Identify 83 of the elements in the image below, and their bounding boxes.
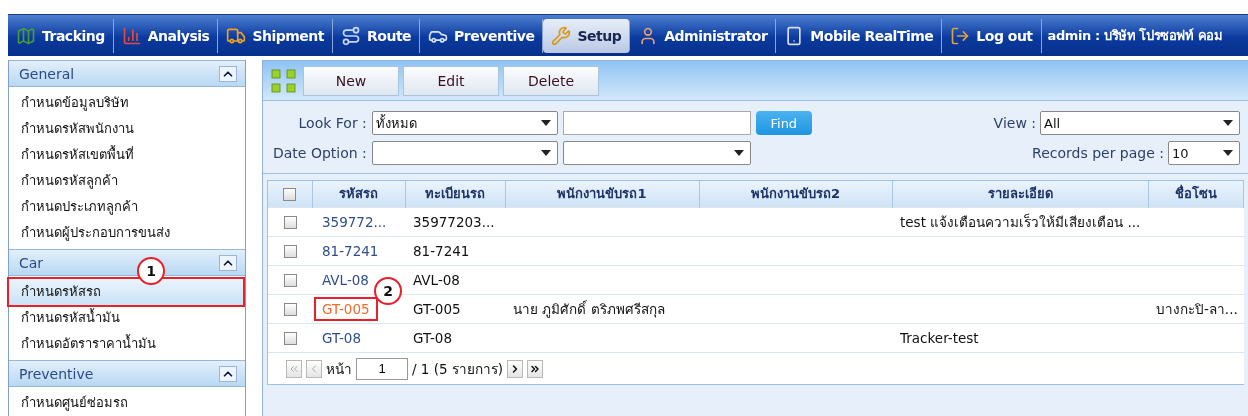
collapse-toggle[interactable] — [219, 254, 237, 271]
collapse-toggle[interactable] — [219, 365, 237, 382]
look-for-dropdown[interactable]: ทั้งหมด — [371, 111, 558, 135]
column-header[interactable]: รหัสรถ — [312, 181, 405, 207]
toolbar-button[interactable]: New — [303, 65, 399, 96]
sidebar-item[interactable]: กำหนดข้อมูลบริษัท — [9, 90, 243, 116]
menu-item[interactable]: Tracking — [8, 18, 114, 53]
checkbox[interactable] — [283, 216, 297, 229]
menu-item[interactable]: Setup — [543, 18, 631, 53]
menu-item[interactable]: Shipment — [218, 18, 334, 53]
sidebar-item[interactable]: กำหนดรหัสเขตพื้นที่ — [9, 142, 243, 168]
date-option-label: Date Option : — [273, 145, 367, 161]
records-per-page-label: Records per page : — [1032, 145, 1164, 161]
dropdown-arrow-icon — [540, 120, 551, 126]
column-header[interactable]: พนักงานขับรถ1 — [505, 181, 699, 207]
page-label: หน้า — [326, 359, 352, 379]
menu-item[interactable]: Administrator — [630, 18, 777, 53]
sidebar-item[interactable]: กำหนดศูนย์ซ่อมรถ — [9, 390, 243, 416]
sidebar-item[interactable]: กำหนดผู้ประกอบการขนส่ง — [9, 220, 243, 246]
checkbox[interactable] — [283, 303, 297, 316]
table-cell: 81-7241 — [413, 242, 470, 259]
select-all-checkbox[interactable] — [283, 188, 297, 202]
door-icon — [950, 25, 971, 46]
table-cell: นาย ภูมิศักดิ์ ตริภพศรีสกุล — [513, 300, 665, 317]
menu-item[interactable]: Route — [333, 18, 421, 53]
sidebar-item[interactable]: กำหนดรหัสรถ — [9, 279, 243, 305]
sidebar-item[interactable]: กำหนดรหัสพนักงาน — [9, 116, 243, 142]
menu-item[interactable]: Mobile RealTime — [776, 18, 943, 53]
route-icon — [341, 25, 362, 46]
vehicle-code-link[interactable]: 359772... — [314, 209, 395, 234]
look-for-label: Look For : — [297, 115, 367, 131]
menu-item[interactable]: Log out — [942, 18, 1042, 53]
menu-item[interactable]: Analysis — [113, 18, 219, 53]
section-title: General — [19, 65, 75, 82]
toolbar-button[interactable]: Delete — [503, 65, 599, 96]
checkbox[interactable] — [283, 245, 297, 258]
column-header[interactable]: พนักงานขับรถ2 — [699, 181, 892, 207]
table-cell: GT-08 — [413, 329, 453, 346]
view-dropdown[interactable]: All — [1040, 111, 1240, 135]
page-number-field[interactable]: 1 — [356, 357, 408, 380]
user-company-label: admin : บริษัท โปรซอฟท์ คอม — [1046, 27, 1223, 45]
section-title: Preventive — [19, 365, 94, 382]
vehicle-code-link[interactable]: AVL-08 — [314, 267, 377, 292]
page-summary: / 1 (5 รายการ) — [412, 359, 504, 379]
view-label: View : — [993, 115, 1036, 131]
table-cell: test แจ้งเตือนความเร็วให้มีเสียงเตือน ... — [900, 213, 1141, 230]
previous-page-button[interactable] — [306, 359, 322, 378]
column-header[interactable]: รายละเอียด — [892, 181, 1148, 207]
step-callout: 2 — [374, 276, 402, 305]
column-header[interactable]: ทะเบียนรถ — [405, 181, 505, 207]
section-header[interactable]: General — [9, 60, 245, 87]
last-page-button[interactable] — [527, 359, 544, 378]
dropdown-arrow-icon — [1223, 120, 1233, 126]
records-per-page-dropdown[interactable]: 10 — [1168, 141, 1240, 165]
sidebar-item[interactable]: กำหนดรหัสน้ำมัน — [9, 305, 243, 331]
vehicle-code-link[interactable]: GT-08 — [314, 325, 370, 350]
date-option-dropdown[interactable] — [371, 141, 558, 165]
dropdown-arrow-icon — [1223, 150, 1233, 156]
table-cell: GT-005 — [413, 300, 461, 317]
vehicle-code-link[interactable]: 81-7241 — [314, 238, 387, 263]
sidebar-item[interactable]: กำหนดรหัสลูกค้า — [9, 168, 243, 194]
table-cell: AVL-08 — [413, 271, 460, 288]
column-header[interactable]: ชื่อโซน — [1148, 181, 1244, 207]
wrench-icon — [551, 25, 572, 46]
dropdown-arrow-icon — [540, 150, 551, 156]
map-icon — [16, 25, 36, 46]
date-range-dropdown[interactable] — [562, 141, 751, 165]
checkbox[interactable] — [283, 274, 297, 287]
first-page-button[interactable] — [286, 359, 302, 378]
sidebar-item[interactable]: กำหนดประเภทลูกค้า — [9, 194, 243, 220]
bar-chart-icon — [121, 25, 142, 46]
section-title: Car — [19, 254, 44, 271]
collapse-toggle[interactable] — [219, 65, 237, 82]
toolbar-button[interactable]: Edit — [403, 65, 499, 96]
sidebar-item[interactable]: กำหนดอัตราราคาน้ำมัน — [9, 331, 243, 357]
table-cell: Tracker-test — [900, 329, 979, 346]
table-cell: บางกะปิ-ลา... — [1156, 300, 1238, 317]
checkbox[interactable] — [283, 332, 297, 346]
next-page-button[interactable] — [507, 359, 524, 378]
table-cell: 35977203... — [413, 213, 495, 230]
search-field[interactable] — [562, 111, 751, 135]
section-header[interactable]: Preventive — [9, 360, 245, 387]
dropdown-arrow-icon — [733, 150, 744, 156]
